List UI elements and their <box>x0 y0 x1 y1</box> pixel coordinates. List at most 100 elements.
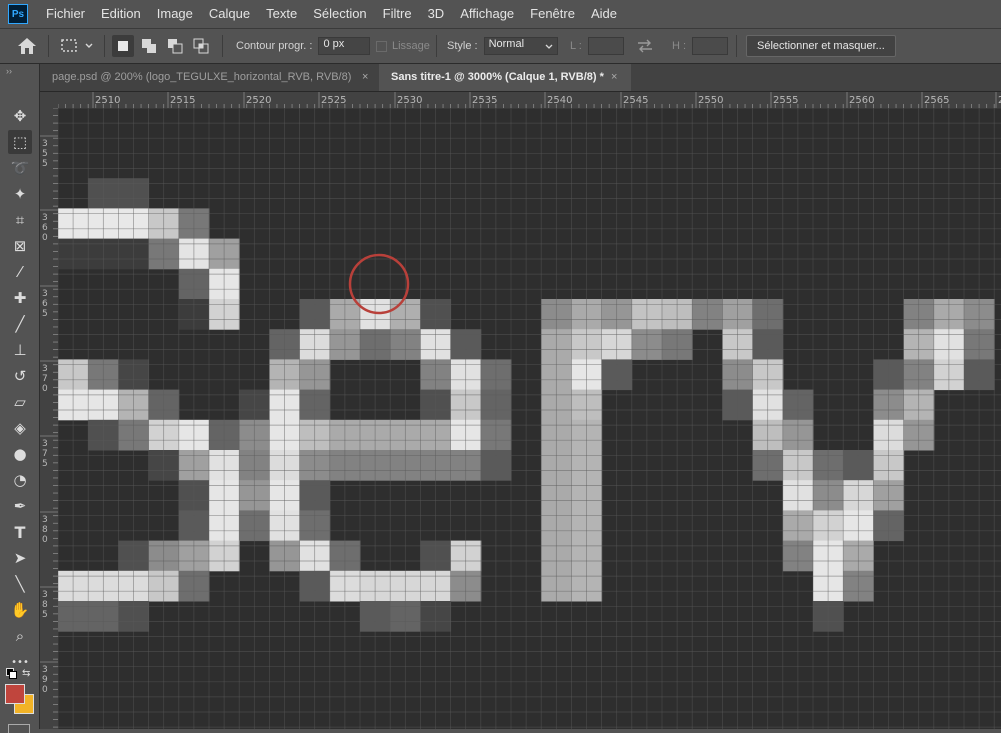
pen-icon: ✒ <box>13 497 27 515</box>
brush-tool[interactable]: ╱ <box>8 312 32 336</box>
rectangular-marquee-tool[interactable]: ⬚ <box>8 130 32 154</box>
pixel-grid <box>58 108 1001 729</box>
lasso-tool[interactable]: ➰ <box>8 156 32 180</box>
menu-3d[interactable]: 3D <box>420 0 453 28</box>
ruler-tick-label: 5 <box>42 610 48 620</box>
ruler-tick-label: 6 <box>42 223 48 233</box>
photoshop-logo-icon: Ps <box>8 4 28 24</box>
ruler-tick-label: 3 <box>42 139 48 149</box>
add-selection-icon <box>142 39 156 53</box>
subtract-selection-icon <box>168 39 183 54</box>
eraser-tool[interactable]: ▱ <box>8 390 32 414</box>
menu-bar: Ps Fichier Edition Image Calque Texte Sé… <box>0 0 1001 28</box>
home-button[interactable] <box>16 29 38 63</box>
ruler-tick-label: 2545 <box>623 95 648 106</box>
ruler-tick-label: 2520 <box>246 95 271 106</box>
feather-input[interactable]: 0 px <box>318 37 371 55</box>
healing-brush-icon: ✚ <box>13 289 27 307</box>
new-selection-button[interactable] <box>112 35 134 57</box>
zoom-tool[interactable]: ⌕ <box>8 624 32 648</box>
healing-brush-tool[interactable]: ✚ <box>8 286 32 310</box>
select-and-mask-button[interactable]: Sélectionner et masquer... <box>746 35 896 57</box>
height-input[interactable] <box>692 37 729 55</box>
ruler-tick-label: 9 <box>42 675 48 685</box>
close-icon[interactable]: × <box>611 64 617 91</box>
menu-selection[interactable]: Sélection <box>305 0 374 28</box>
ruler-tick-label: 3 <box>42 289 48 299</box>
ruler-tick-label: 2560 <box>849 95 874 106</box>
add-to-selection-button[interactable] <box>138 35 160 57</box>
brush-icon: ╱ <box>15 315 25 333</box>
hand-icon: ✋ <box>10 601 30 619</box>
ruler-tick-label: 2510 <box>95 95 120 106</box>
ruler-tick-label: 7 <box>42 449 48 459</box>
type-icon: T <box>14 522 26 542</box>
ruler-tick-label: 7 <box>42 374 48 384</box>
tab-sans-titre-1[interactable]: Sans titre-1 @ 3000% (Calque 1, RVB/8) *… <box>379 64 631 91</box>
menu-calque[interactable]: Calque <box>201 0 258 28</box>
menu-aide[interactable]: Aide <box>583 0 625 28</box>
hand-tool[interactable]: ✋ <box>8 598 32 622</box>
menu-affichage[interactable]: Affichage <box>452 0 522 28</box>
magic-wand-tool[interactable]: ✦ <box>8 182 32 206</box>
ruler-tick-label: 3 <box>42 213 48 223</box>
ruler-tick-label: 8 <box>42 525 48 535</box>
lasso-icon: ➰ <box>10 159 30 177</box>
history-brush-tool[interactable]: ↺ <box>8 364 32 388</box>
menu-fenetre[interactable]: Fenêtre <box>522 0 583 28</box>
style-select[interactable]: Normal <box>483 37 558 55</box>
menu-fichier[interactable]: Fichier <box>38 0 93 28</box>
path-selection-tool[interactable]: ➤ <box>8 546 32 570</box>
tab-label: page.psd @ 200% (logo_TEGULXE_horizontal… <box>52 71 352 83</box>
vertical-ruler[interactable]: 355360365370375380385390 <box>40 108 58 729</box>
width-input[interactable] <box>587 37 624 55</box>
chevron-down-icon <box>545 44 553 49</box>
dodge-tool[interactable]: ◔ <box>8 468 32 492</box>
close-icon[interactable]: × <box>362 64 368 91</box>
paint-bucket-icon: ◈ <box>14 419 26 437</box>
ruler-origin[interactable] <box>40 92 58 108</box>
more-tools-icon: ••• <box>11 656 29 668</box>
subtract-from-selection-button[interactable] <box>164 35 186 57</box>
tab-page-psd[interactable]: page.psd @ 200% (logo_TEGULXE_horizontal… <box>40 64 379 91</box>
pen-tool[interactable]: ✒ <box>8 494 32 518</box>
type-tool[interactable]: T <box>8 520 32 544</box>
frame-tool[interactable]: ⊠ <box>8 234 32 258</box>
eyedropper-tool[interactable]: ⁄ <box>8 260 32 284</box>
ruler-tick-label: 3 <box>42 665 48 675</box>
document-canvas[interactable] <box>58 108 1001 729</box>
default-colors-icon[interactable] <box>6 668 17 679</box>
crop-tool[interactable]: ⌗ <box>8 208 32 232</box>
clone-stamp-tool[interactable]: ⊥ <box>8 338 32 362</box>
width-label: L : <box>570 40 582 52</box>
new-selection-icon <box>118 41 128 51</box>
paint-bucket-tool[interactable]: ◈ <box>8 416 32 440</box>
ruler-tick-label: 0 <box>42 535 48 545</box>
anti-alias-checkbox[interactable] <box>376 40 387 52</box>
menu-texte[interactable]: Texte <box>258 0 305 28</box>
ruler-tick-label: 2565 <box>924 95 949 106</box>
ruler-tick-label: 8 <box>42 600 48 610</box>
horizontal-ruler[interactable]: 2510 2515 2520 2525 2530 2535 2540 2545 2550 2555… <box>58 92 1001 108</box>
menu-filtre[interactable]: Filtre <box>375 0 420 28</box>
move-tool[interactable]: ✥ <box>8 104 32 128</box>
ruler-tick-label: 2530 <box>397 95 422 106</box>
menu-edition[interactable]: Edition <box>93 0 149 28</box>
move-icon: ✥ <box>13 107 27 125</box>
foreground-color-swatch[interactable] <box>5 684 25 704</box>
swap-colors-icon[interactable]: ⇆ <box>22 668 30 679</box>
document-tabs: page.psd @ 200% (logo_TEGULXE_horizontal… <box>40 64 1001 92</box>
swap-dimensions-button[interactable] <box>636 29 654 63</box>
line-tool[interactable]: ╲ <box>8 572 32 596</box>
menu-image[interactable]: Image <box>149 0 201 28</box>
anti-alias-label: Lissage <box>392 40 430 52</box>
ruler-tick-label: 0 <box>42 384 48 394</box>
ruler-tick-label: 3 <box>42 590 48 600</box>
marquee-preset-picker[interactable] <box>60 29 94 63</box>
ruler-tick-label: 2540 <box>547 95 572 106</box>
line-icon: ╲ <box>15 575 25 593</box>
blur-tool[interactable]: ● <box>8 442 32 466</box>
intersect-selection-button[interactable] <box>190 35 212 57</box>
dodge-icon: ◔ <box>13 471 27 489</box>
tools-panel: ›› ✥ ⬚ ➰ ✦ ⌗ ⊠ ⁄ ✚ ╱ ⊥ ↺ ▱ ◈ ● ◔ ✒ T ➤ ╲ ✋ ⌕ ••• ⇆ <box>0 64 40 733</box>
